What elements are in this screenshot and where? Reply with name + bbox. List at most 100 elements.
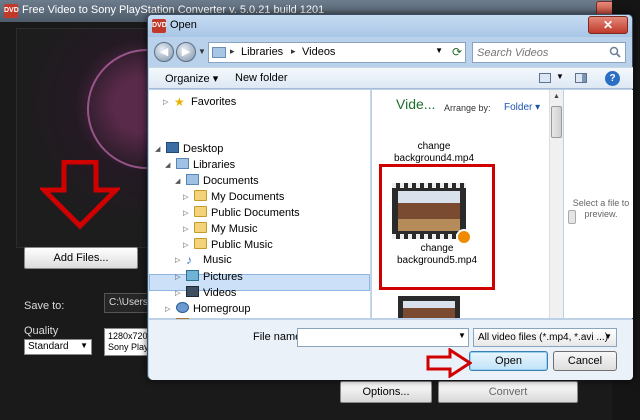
expand-arrow-icon[interactable]: ▷	[175, 273, 184, 281]
address-dropdown-icon[interactable]: ▼	[435, 46, 443, 55]
convert-button[interactable]: Convert	[438, 381, 578, 403]
homegroup-icon	[176, 302, 189, 313]
arrange-by-dropdown[interactable]: Folder ▾	[504, 102, 540, 113]
breadcrumb-separator-icon: ▸	[291, 46, 296, 56]
tree-item-label: Homegroup	[193, 303, 251, 315]
desktop-icon	[166, 142, 179, 153]
cancel-button[interactable]: Cancel	[553, 351, 617, 371]
tree-item-public-music[interactable]: ▷ Public Music	[183, 238, 273, 254]
change-view-icon[interactable]	[539, 73, 551, 83]
file-item-label[interactable]: change background5.mp4	[387, 243, 487, 267]
collapse-arrow-icon[interactable]: ◢	[165, 161, 174, 169]
file-type-value: All video files (*.mp4, *.avi ...)	[478, 332, 609, 343]
documents-library-icon	[186, 174, 199, 185]
tree-item-label: Pictures	[203, 271, 243, 283]
tree-item-label: Libraries	[193, 159, 236, 171]
file-item-label[interactable]: change background4.mp4	[384, 141, 484, 165]
dialog-footer: File name: ▼ All video files (*.mp4, *.a…	[149, 319, 633, 380]
quality-select[interactable]: Standard ▼	[24, 339, 92, 355]
quality-value: Standard	[28, 341, 69, 352]
save-to-field[interactable]: C:\Users\	[104, 293, 150, 313]
video-thumbnail-icon[interactable]	[392, 183, 472, 245]
scroll-up-icon[interactable]: ▲	[553, 93, 560, 100]
folder-icon	[194, 238, 207, 249]
recent-pages-dropdown-icon[interactable]: ▼	[198, 47, 206, 56]
dialog-title: Open	[170, 19, 197, 31]
breadcrumb-videos[interactable]: Videos	[302, 46, 335, 58]
search-input[interactable]	[477, 45, 605, 60]
new-folder-button[interactable]: New folder	[235, 72, 288, 84]
expand-arrow-icon[interactable]: ▷	[183, 193, 192, 201]
expand-arrow-icon[interactable]: ▷	[163, 98, 172, 106]
open-button[interactable]: Open	[469, 351, 548, 371]
videos-icon	[186, 286, 199, 297]
tree-item-label: Music	[203, 254, 232, 266]
tree-item-public-documents[interactable]: ▷ Public Documents	[183, 206, 300, 222]
file-name-input[interactable]	[297, 328, 469, 347]
video-thumbnail-icon[interactable]	[398, 296, 460, 318]
preview-pane: Select a file to preview.	[564, 90, 633, 318]
preview-placeholder-text: Select a file to preview.	[572, 198, 630, 219]
expand-arrow-icon[interactable]: ▷	[183, 209, 192, 217]
help-icon[interactable]: ?	[605, 71, 620, 86]
refresh-icon[interactable]: ⟳	[452, 45, 462, 59]
output-format-box[interactable]: 1280x720 Sony PlayS	[104, 328, 150, 356]
tree-item-my-music[interactable]: ▷ My Music	[183, 222, 257, 238]
thumbnail-screen	[403, 301, 455, 318]
music-icon: ♪	[186, 253, 192, 267]
collapse-arrow-icon[interactable]: ◢	[155, 145, 164, 153]
file-name-history-dropdown-icon[interactable]: ▼	[458, 331, 466, 340]
breadcrumb-libraries[interactable]: Libraries	[241, 46, 283, 58]
forward-button[interactable]: ▶	[176, 42, 196, 62]
add-files-button[interactable]: Add Files...	[24, 247, 138, 269]
chevron-down-icon: ▼	[604, 332, 612, 341]
expand-arrow-icon[interactable]: ▷	[165, 305, 174, 313]
file-list-pane: Vide... Arrange by: Folder ▾ change back…	[372, 90, 549, 318]
library-title: Vide...	[396, 96, 436, 112]
tree-item-documents[interactable]: ◢ Documents	[175, 174, 259, 190]
expand-arrow-icon[interactable]: ▷	[183, 225, 192, 233]
annotation-right-arrow-icon	[426, 348, 472, 378]
tree-item-libraries[interactable]: ◢ Libraries	[165, 158, 235, 174]
navigation-pane: ▷ ★ Favorites ◢ Desktop ◢ Libraries ◢ Documen…	[149, 90, 371, 331]
tree-item-videos[interactable]: ▷ Videos	[175, 286, 236, 302]
tree-item-label: Desktop	[183, 143, 224, 155]
tree-item-label: Public Documents	[211, 207, 300, 219]
tree-item-desktop[interactable]: ◢ Desktop	[155, 142, 223, 158]
file-list-scrollbar[interactable]: ▲	[549, 90, 563, 318]
tree-item-label: Favorites	[191, 96, 237, 108]
address-bar[interactable]: ▸ Libraries ▸ Videos ▼ ⟳	[208, 42, 466, 63]
file-type-select[interactable]: All video files (*.mp4, *.avi ...) ▼	[473, 328, 617, 347]
folder-icon	[194, 190, 207, 201]
organize-menu-button[interactable]: Organize ▾	[165, 72, 218, 85]
arrow-right-icon: ▶	[181, 46, 191, 58]
dialog-app-icon: DVD	[152, 19, 167, 33]
collapse-arrow-icon[interactable]: ◢	[175, 177, 184, 185]
format-resolution: 1280x720	[108, 331, 148, 341]
expand-arrow-icon[interactable]: ▷	[175, 256, 184, 264]
tree-item-my-documents[interactable]: ▷ My Documents	[183, 190, 284, 206]
open-file-dialog: DVD Open ✕ ◀ ▶ ▼ ▸ Libraries ▸ Videos ▼ …	[147, 14, 633, 380]
address-row: ◀ ▶ ▼ ▸ Libraries ▸ Videos ▼ ⟳	[154, 41, 626, 65]
dialog-close-button[interactable]: ✕	[588, 16, 628, 34]
chevron-down-icon: ▼	[80, 341, 88, 350]
search-box[interactable]	[472, 42, 626, 63]
quality-label: Quality	[24, 325, 59, 337]
options-button[interactable]: Options...	[340, 381, 432, 403]
film-strip-top	[392, 183, 466, 188]
tree-item-pictures[interactable]: ▷ Pictures	[175, 270, 243, 286]
scrollbar-thumb[interactable]	[551, 106, 562, 138]
view-options-dropdown-icon[interactable]: ▼	[556, 72, 564, 81]
tree-item-label: My Documents	[211, 191, 285, 203]
tree-item-label: Documents	[203, 175, 259, 187]
back-button[interactable]: ◀	[154, 42, 174, 62]
tree-item-homegroup[interactable]: ▷ Homegroup	[165, 302, 250, 318]
tree-item-favorites[interactable]: ▷ ★ Favorites	[163, 96, 236, 112]
preview-pane-icon[interactable]	[575, 73, 587, 83]
folder-icon	[194, 222, 207, 233]
expand-arrow-icon[interactable]: ▷	[183, 241, 192, 249]
tree-item-music[interactable]: ▷ ♪ Music	[175, 254, 232, 270]
expand-arrow-icon[interactable]: ▷	[175, 289, 184, 297]
dialog-titlebar: DVD Open	[148, 15, 632, 37]
tree-item-label: My Music	[211, 223, 258, 235]
